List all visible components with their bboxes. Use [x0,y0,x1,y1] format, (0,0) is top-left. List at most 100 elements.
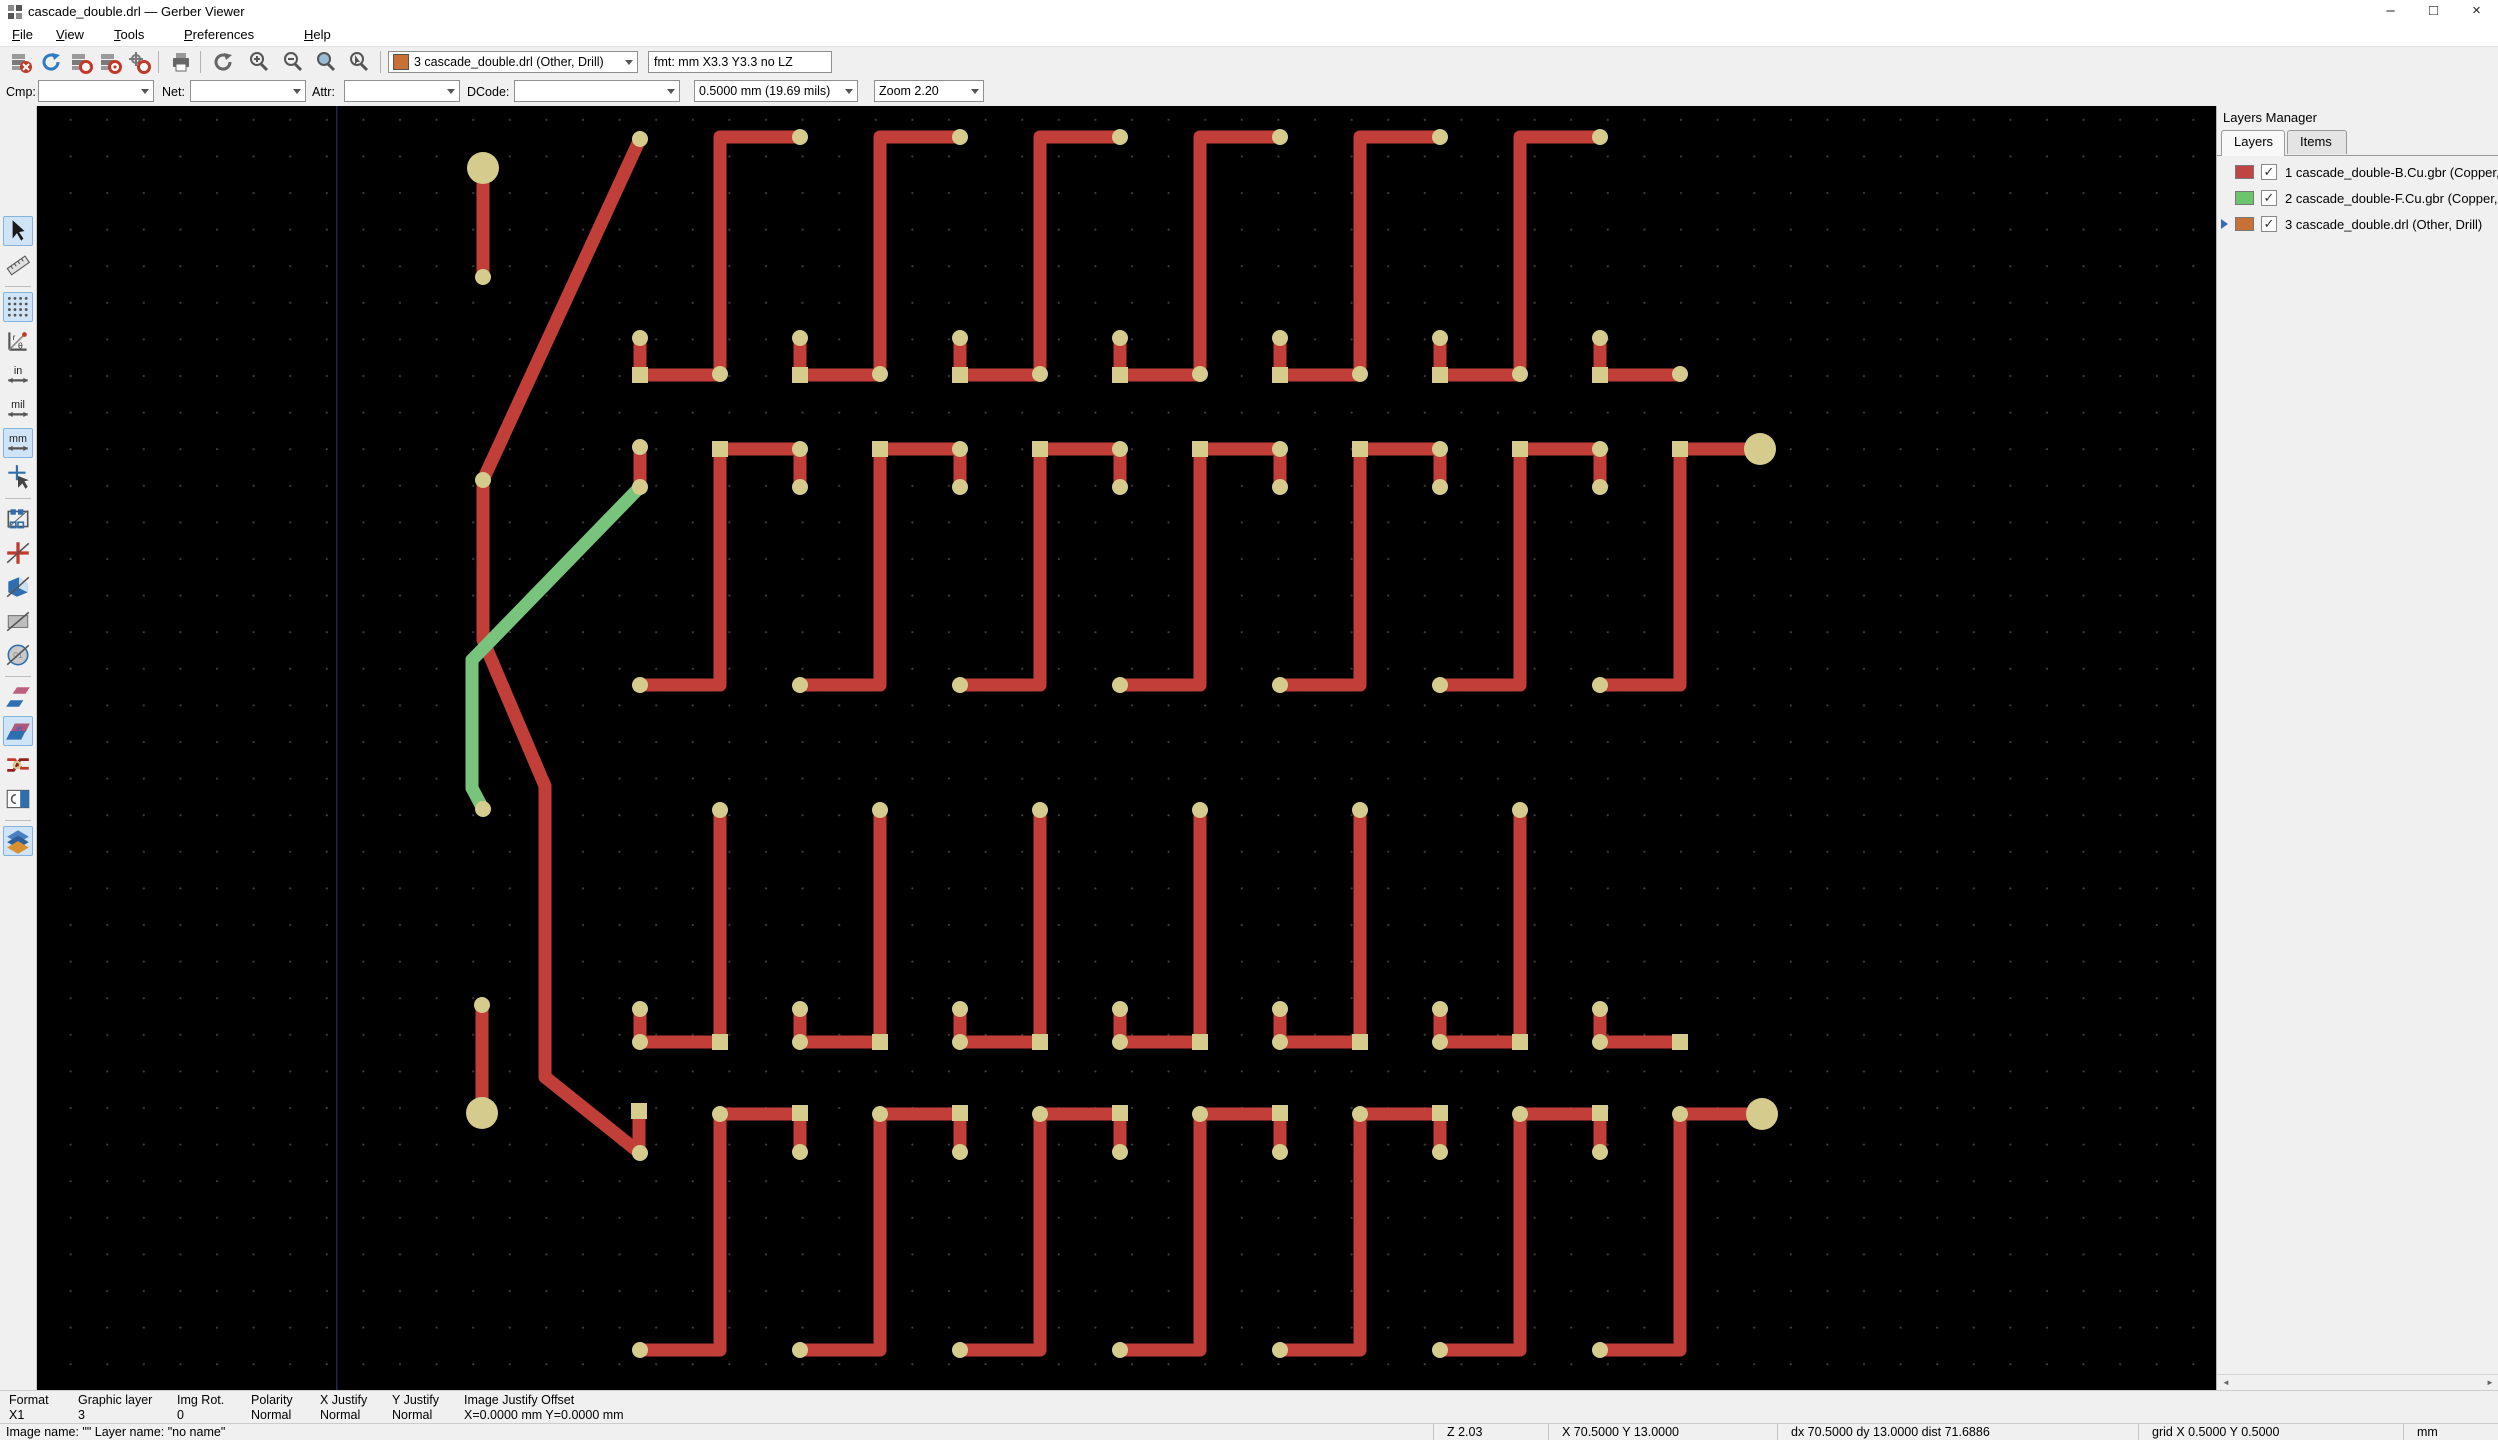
measure-tool-button[interactable] [3,250,33,280]
layer-visibility-checkbox[interactable]: ✓ [2261,216,2277,232]
status-label: Format [9,1393,49,1407]
net-dropdown[interactable] [190,80,306,102]
show-dcodes-button[interactable]: 01 [3,640,33,670]
layer-label: 2 cascade_double-F.Cu.gbr (Copper, L1) [2285,191,2498,206]
units-mils-icon: mil [4,399,32,427]
raw-display-mode-button[interactable] [3,682,33,712]
reload-layers-button[interactable] [38,49,64,75]
status-label: X Justify [320,1393,368,1407]
gerber-canvas[interactable] [37,106,2216,1390]
layer-color-swatch[interactable] [2235,217,2254,231]
scroll-left-button[interactable]: ◄ [2218,1376,2234,1390]
menu-item-file[interactable]: File [8,26,37,43]
status-label: Image Justify Offset [464,1393,575,1407]
transparency-display-mode-icon [4,758,32,783]
sketch-flashed-items-icon [4,509,32,537]
select-tool-button[interactable] [3,216,33,246]
layers-manager-panel: Layers Manager Layers Items ✓ 1 cascade_do… [2216,106,2498,1390]
layer-row[interactable]: ✓ 3 cascade_double.drl (Other, Drill) [2217,212,2498,238]
open-autodetected-files-button[interactable] [126,49,152,75]
select-tool-icon [4,220,32,249]
layer-color-swatch[interactable] [2235,191,2254,205]
transparency-display-mode-button[interactable] [3,750,33,780]
zoom-level-dropdown[interactable]: Zoom 2.20 [874,80,984,102]
cmp-label: Cmp: [6,85,36,99]
statusbar-separator [1433,1424,1434,1440]
zoom-fit-button[interactable] [313,49,339,75]
layers-manager-toggle-button[interactable] [3,784,33,814]
menu-item-help[interactable]: Help [300,26,335,43]
redraw-view-button[interactable] [210,49,236,75]
units-inches-icon: in [4,365,32,393]
polar-coordinates-icon: rθ [4,332,32,359]
units-inches-button[interactable]: in [3,360,33,390]
pcb-drawing [37,106,2216,1390]
menu-bar: File View Tools Preferences Help [0,24,2498,46]
grid-visibility-button[interactable] [3,292,33,322]
layer-row[interactable]: ✓ 2 cascade_double-F.Cu.gbr (Copper, L1) [2217,186,2498,212]
cursor-shape-icon [4,465,32,495]
units-mm-button[interactable]: mm [3,428,33,458]
scroll-right-button[interactable]: ► [2482,1376,2498,1390]
chevron-down-icon [845,88,853,94]
chevron-down-icon [667,88,675,94]
print-button[interactable] [168,49,194,75]
svg-text:in: in [14,365,22,377]
active-layer-dropdown[interactable]: 3 cascade_double.drl (Other, Drill) [388,51,638,73]
sketch-lines-button[interactable] [3,538,33,568]
measure-tool-icon [4,255,32,283]
menu-item-preferences[interactable]: Preferences [180,26,258,43]
layer-color-swatch[interactable] [2235,165,2254,179]
open-drill-files-button[interactable] [97,49,123,75]
status-value: X1 [9,1408,25,1422]
svg-text:mm: mm [9,433,27,445]
window-title: cascade_double.drl — Gerber Viewer [28,4,245,19]
polar-coordinates-button[interactable]: rθ [3,326,33,356]
grid-visibility-icon [4,296,32,325]
format-info-box: fmt: mm X3.3 Y3.3 no LZ [648,51,832,73]
svg-text:r: r [13,332,16,342]
units-mils-button[interactable]: mil [3,394,33,424]
status-label: Polarity [251,1393,293,1407]
status-label: Y Justify [392,1393,440,1407]
toolbar-separator [5,286,31,287]
tab-layers[interactable]: Layers [2221,130,2285,156]
cmp-dropdown[interactable] [38,80,154,102]
svg-text:mil: mil [11,399,25,411]
clear-all-layers-button[interactable] [8,49,34,75]
chevron-down-icon [141,88,149,94]
layer-visibility-checkbox[interactable]: ✓ [2261,190,2277,206]
zoom-to-selection-button[interactable] [346,49,372,75]
zoom-out-button[interactable] [280,49,306,75]
chevron-down-icon [293,88,301,94]
minimize-button[interactable]: – [2369,0,2412,24]
status-value: Normal [251,1408,292,1422]
dcode-label: DCode: [467,85,510,99]
current-layer-arrow-icon [2221,219,2228,229]
cursor-shape-button[interactable] [3,462,33,492]
menu-item-tools[interactable]: Tools [110,26,148,43]
active-layer-color-swatch [393,54,409,70]
dcode-dropdown[interactable] [514,80,680,102]
sketch-flashed-items-button[interactable] [3,504,33,534]
maximize-button[interactable]: □ [2412,0,2455,24]
layer-sort-mode-button[interactable] [3,826,33,856]
chevron-down-icon [625,59,633,65]
cursor-position-status: X 70.5000 Y 13.0000 [1562,1425,1680,1439]
layer-row[interactable]: ✓ 1 cascade_double-B.Cu.gbr (Copper, L2) [2217,160,2498,186]
toolbar-separator [5,676,31,677]
zoom-in-button[interactable] [246,49,272,75]
sketch-polygons-button[interactable] [3,572,33,602]
attr-dropdown[interactable] [344,80,460,102]
menu-item-view[interactable]: View [52,26,88,43]
tab-items[interactable]: Items [2287,130,2347,154]
open-gerber-files-button[interactable] [68,49,94,75]
layers-panel-scrollbar[interactable]: ◄ ► [2217,1374,2498,1390]
status-value: 0 [177,1408,184,1422]
grid-size-dropdown[interactable]: 0.5000 mm (19.69 mils) [694,80,858,102]
statusbar-separator [2403,1424,2404,1440]
stacked-display-mode-button[interactable] [3,716,33,746]
close-button[interactable]: × [2455,0,2498,24]
ghost-negative-objects-button[interactable] [3,606,33,636]
layer-visibility-checkbox[interactable]: ✓ [2261,164,2277,180]
